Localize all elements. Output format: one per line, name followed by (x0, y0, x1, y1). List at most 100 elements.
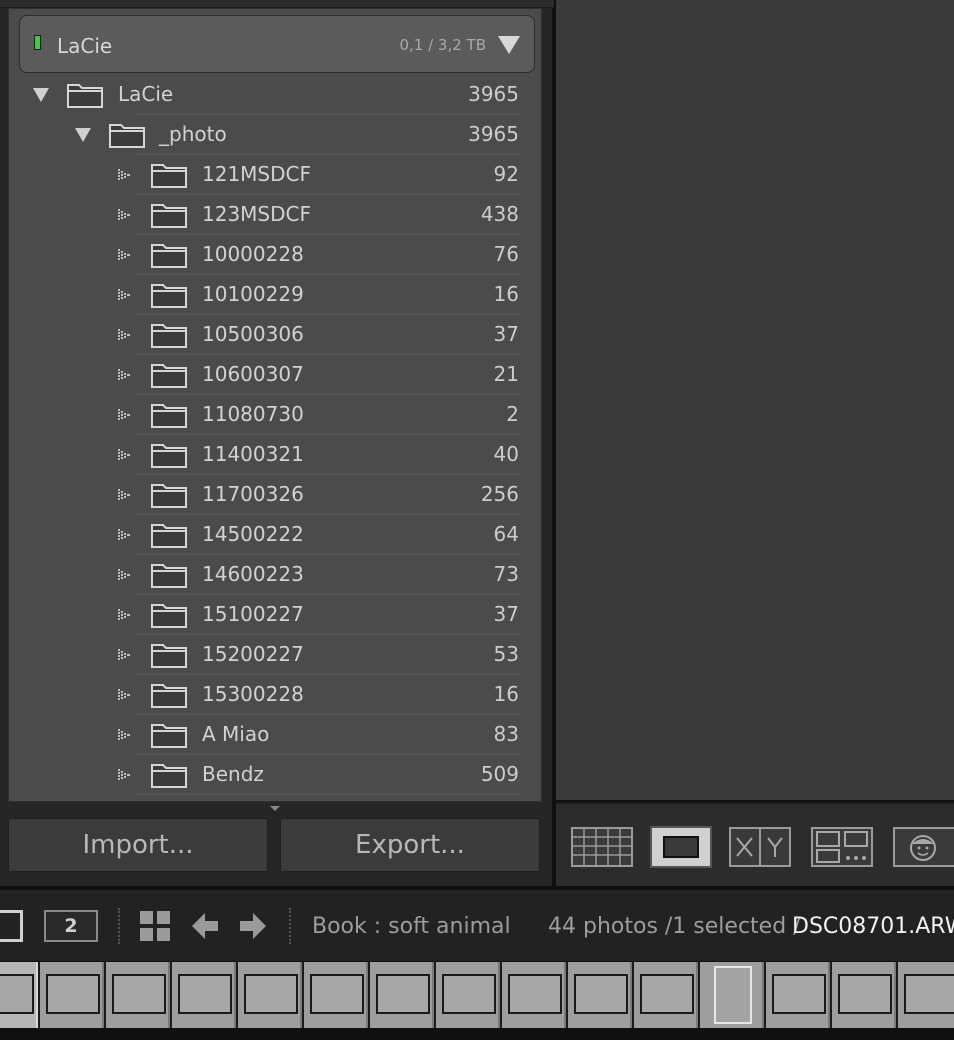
thumbnail-image (508, 974, 562, 1014)
import-button[interactable]: Import... (8, 818, 268, 872)
compare-view-icon[interactable] (728, 826, 792, 868)
filmstrip-thumbnail[interactable] (898, 962, 954, 1028)
folder-row[interactable]: 15300228 16 (9, 675, 541, 715)
folder-row[interactable]: 10600307 21 (9, 355, 541, 395)
folder-row[interactable]: 10000228 76 (9, 235, 541, 275)
disclosure-closed-icon[interactable] (117, 488, 131, 502)
grid-icon[interactable] (139, 910, 171, 942)
folder-icon (151, 204, 187, 228)
disclosure-closed-icon[interactable] (117, 768, 131, 782)
filmstrip-thumbnail[interactable] (832, 962, 896, 1028)
folder-label: 14500222 (202, 522, 304, 546)
filmstrip-thumbnail[interactable] (370, 962, 434, 1028)
disclosure-closed-icon[interactable] (117, 368, 131, 382)
loupe-view-icon[interactable] (650, 826, 712, 868)
filmstrip-thumbnail[interactable] (502, 962, 566, 1028)
filmstrip-source[interactable]: Book : soft animal (312, 914, 511, 939)
folder-count: 92 (493, 162, 519, 186)
separator (289, 908, 291, 944)
disclosure-open-icon[interactable] (75, 128, 91, 142)
disclosure-closed-icon[interactable] (117, 248, 131, 262)
folder-label: 15200227 (202, 642, 304, 666)
folder-count: 37 (493, 602, 519, 626)
folder-row-root[interactable]: LaCie 3965 (9, 75, 541, 115)
folder-row[interactable]: Bendz 509 (9, 755, 541, 795)
volume-header[interactable]: LaCie 0,1 / 3,2 TB (19, 15, 535, 73)
filmstrip-thumbnail[interactable] (634, 962, 698, 1028)
folder-row[interactable]: 123MSDCF 438 (9, 195, 541, 235)
back-arrow-icon[interactable] (190, 910, 220, 942)
disclosure-closed-icon[interactable] (117, 608, 131, 622)
filmstrip-thumbnail[interactable] (568, 962, 632, 1028)
folder-row[interactable]: 121MSDCF 92 (9, 155, 541, 195)
folder-icon (151, 724, 187, 748)
folder-row[interactable]: 15200227 53 (9, 635, 541, 675)
people-view-icon[interactable] (892, 826, 954, 868)
folder-icon (109, 124, 145, 148)
disclosure-closed-icon[interactable] (117, 568, 131, 582)
survey-view-icon[interactable] (810, 826, 874, 868)
folder-count: 2 (506, 402, 519, 426)
disclosure-closed-icon[interactable] (117, 448, 131, 462)
panel-resize-handle[interactable] (270, 806, 280, 811)
thumbnail-image (310, 974, 364, 1014)
folder-label: 10000228 (202, 242, 304, 266)
folder-label: 10600307 (202, 362, 304, 386)
filmstrip-thumbnail[interactable] (40, 962, 104, 1028)
filmstrip-thumbnail[interactable] (304, 962, 368, 1028)
folder-row[interactable]: A Miao 83 (9, 715, 541, 755)
folder-row[interactable]: 10500306 37 (9, 315, 541, 355)
disclosure-closed-icon[interactable] (117, 528, 131, 542)
folder-row[interactable]: 15100227 37 (9, 595, 541, 635)
disclosure-closed-icon[interactable] (117, 648, 131, 662)
main-image-view (556, 0, 954, 800)
folder-icon (151, 284, 187, 308)
disclosure-closed-icon[interactable] (117, 168, 131, 182)
filmstrip-thumbnail[interactable] (238, 962, 302, 1028)
folder-row-photo[interactable]: _photo 3965 (9, 115, 541, 155)
selected-file-name: DSC08701.ARW (792, 914, 954, 939)
folder-count: 83 (493, 722, 519, 746)
thumbnail-image (640, 974, 694, 1014)
panel-top-strip (0, 0, 554, 8)
folder-row[interactable]: 14600223 73 (9, 555, 541, 595)
filmstrip (0, 962, 954, 1028)
folder-row[interactable]: 14500222 64 (9, 515, 541, 555)
folder-row[interactable]: 11400321 40 (9, 435, 541, 475)
disclosure-closed-icon[interactable] (117, 728, 131, 742)
filmstrip-thumbnail[interactable] (766, 962, 830, 1028)
filmstrip-thumbnail[interactable] (106, 962, 170, 1028)
folder-label: Bendz (202, 762, 264, 786)
disclosure-closed-icon[interactable] (117, 288, 131, 302)
folder-count: 21 (493, 362, 519, 386)
thumbnail-image (0, 974, 34, 1014)
disclosure-closed-icon[interactable] (117, 408, 131, 422)
bottom-strip (0, 1028, 954, 1040)
folders-panel: LaCie 0,1 / 3,2 TB LaCie 3965 _photo 396… (8, 8, 542, 802)
secondary-window-button[interactable]: 2 (44, 910, 98, 942)
folder-row[interactable]: 11700326 256 (9, 475, 541, 515)
folder-row[interactable]: 11080730 2 (9, 395, 541, 435)
filmstrip-thumbnail[interactable] (172, 962, 236, 1028)
disclosure-open-icon[interactable] (33, 88, 49, 102)
disclosure-closed-icon[interactable] (117, 688, 131, 702)
folder-count: 73 (493, 562, 519, 586)
disclosure-closed-icon[interactable] (117, 328, 131, 342)
folder-row[interactable]: 10100229 16 (9, 275, 541, 315)
photo-count: 44 photos /1 selected / (548, 914, 801, 939)
grid-view-icon[interactable] (570, 826, 634, 868)
volume-dropdown-icon[interactable] (498, 36, 520, 54)
folder-count: 64 (493, 522, 519, 546)
forward-arrow-icon[interactable] (238, 910, 268, 942)
folder-count: 509 (480, 762, 519, 786)
export-button[interactable]: Export... (280, 818, 540, 872)
folder-icon (151, 484, 187, 508)
disclosure-closed-icon[interactable] (117, 208, 131, 222)
primary-window-icon[interactable] (0, 910, 23, 942)
filmstrip-thumbnail[interactable] (0, 962, 38, 1028)
filmstrip-thumbnail[interactable] (700, 962, 764, 1028)
folder-label: 14600223 (202, 562, 304, 586)
folder-label: 10500306 (202, 322, 304, 346)
folder-label: 10100229 (202, 282, 304, 306)
filmstrip-thumbnail[interactable] (436, 962, 500, 1028)
